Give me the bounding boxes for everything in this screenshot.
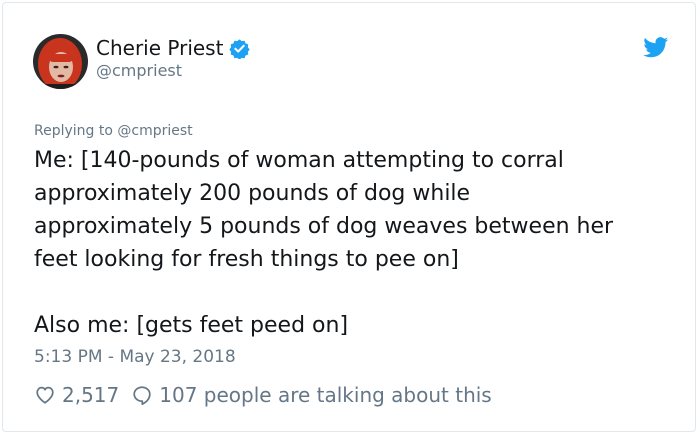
tweet-card: Cherie Priest @cmpriest Replying to @cmp… <box>2 2 696 432</box>
replying-to-prefix: Replying to <box>34 123 118 139</box>
tweet-text-line: approximately 200 pounds of dog while <box>34 181 471 206</box>
tweet-text: Me: [140-pounds of woman attempting to c… <box>34 144 684 342</box>
twitter-bird-icon[interactable] <box>643 37 669 58</box>
replying-to-line: Replying to @cmpriest <box>34 122 193 140</box>
tweet-text-line: Me: [140-pounds of woman attempting to c… <box>34 148 564 173</box>
display-name[interactable]: Cherie Priest <box>96 36 223 60</box>
tweet-actions: 2,517 107 people are talking about this <box>34 381 492 409</box>
tweet-text-line: Also me: [gets feet peed on] <box>34 313 349 338</box>
conversation-text: 107 people are talking about this <box>159 383 492 407</box>
author-handle[interactable]: @cmpriest <box>96 61 182 81</box>
like-button[interactable]: 2,517 <box>34 381 119 409</box>
tweet-text-line: feet looking for fresh things to pee on] <box>34 247 459 272</box>
replying-to-mention[interactable]: @cmpriest <box>117 123 192 139</box>
tweet-timestamp[interactable]: 5:13 PM - May 23, 2018 <box>34 346 236 368</box>
heart-icon <box>34 384 56 406</box>
avatar[interactable] <box>33 34 88 89</box>
speech-bubble-icon <box>131 384 153 406</box>
author-name-row[interactable]: Cherie Priest <box>96 36 251 60</box>
conversation-button[interactable]: 107 people are talking about this <box>131 381 492 409</box>
avatar-image <box>33 34 88 89</box>
likes-count: 2,517 <box>62 383 120 407</box>
tweet-text-line: approximately 5 pounds of dog weaves bet… <box>34 214 614 239</box>
verified-badge-icon <box>229 38 251 60</box>
